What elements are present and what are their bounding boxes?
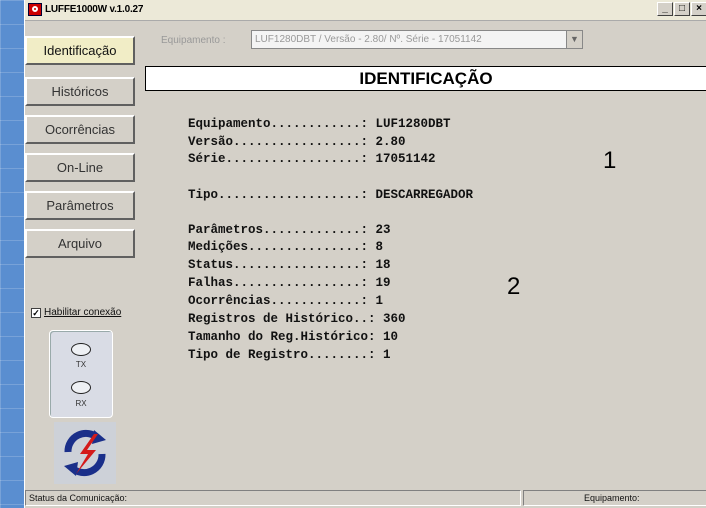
info-value: 19 — [375, 276, 391, 290]
info-row: Registros de Histórico..: 360 — [188, 312, 406, 326]
info-value: LUF1280DBT — [375, 117, 451, 131]
info-label: Tipo...................: — [188, 188, 369, 202]
nav-arquivo-button[interactable]: Arquivo — [25, 229, 135, 258]
chevron-down-icon[interactable]: ▼ — [566, 31, 582, 48]
brand-logo — [54, 422, 116, 484]
tx-led-icon — [71, 343, 91, 356]
info-row: Tipo de Registro........: 1 — [188, 348, 391, 362]
info-row: Série..................: 17051142 — [188, 152, 436, 166]
info-value: 17051142 — [375, 152, 436, 166]
info-row: Versão.................: 2.80 — [188, 135, 406, 149]
info-row: Status.................: 18 — [188, 258, 391, 272]
equipment-label: Equipamento : — [161, 35, 226, 46]
info-label: Status.................: — [188, 258, 369, 272]
info-label: Versão.................: — [188, 135, 369, 149]
info-row: Tamanho do Reg.Histórico: 10 — [188, 330, 398, 344]
info-row: Ocorrências............: 1 — [188, 294, 383, 308]
equipment-select[interactable]: LUF1280DBT / Versão - 2.80/ Nº. Série - … — [251, 30, 583, 49]
info-label: Série..................: — [188, 152, 369, 166]
close-button[interactable]: × — [691, 2, 706, 16]
annotation-1: 1 — [603, 147, 617, 174]
minimize-button[interactable]: _ — [657, 2, 673, 16]
annotation-2: 2 — [507, 273, 521, 300]
nav-online-button[interactable]: On-Line — [25, 153, 135, 182]
info-value: 360 — [383, 312, 406, 326]
info-row: Equipamento............: LUF1280DBT — [188, 117, 451, 131]
rx-label: RX — [75, 399, 87, 408]
info-row: Medições...............: 8 — [188, 240, 383, 254]
equipment-select-value: LUF1280DBT / Versão - 2.80/ Nº. Série - … — [255, 34, 482, 45]
info-value: 18 — [375, 258, 391, 272]
info-label: Registros de Histórico..: — [188, 312, 376, 326]
status-communication: Status da Comunicação: — [25, 490, 521, 506]
app-icon — [28, 3, 42, 16]
info-label: Equipamento............: — [188, 117, 369, 131]
info-label: Medições...............: — [188, 240, 369, 254]
info-value: 2.80 — [375, 135, 406, 149]
rx-led-icon — [71, 381, 91, 394]
nav-parametros-button[interactable]: Parâmetros — [25, 191, 135, 220]
info-row: Falhas.................: 19 — [188, 276, 391, 290]
info-value: 8 — [375, 240, 384, 254]
info-value: 10 — [383, 330, 399, 344]
info-label: Parâmetros.............: — [188, 223, 369, 237]
status-equipment: Equipamento: — [523, 490, 706, 506]
app-window: LUFFE1000W v.1.0.27 _ □ × Identificação … — [24, 0, 706, 508]
info-value: 23 — [375, 223, 391, 237]
nav-historicos-button[interactable]: Históricos — [25, 77, 135, 106]
info-value: 1 — [375, 294, 384, 308]
panel-title: IDENTIFICAÇÃO — [145, 66, 706, 91]
tx-label: TX — [75, 360, 87, 369]
nav-ocorrencias-button[interactable]: Ocorrências — [25, 115, 135, 144]
info-value: DESCARREGADOR — [375, 188, 474, 202]
title-bar: LUFFE1000W v.1.0.27 _ □ × — [25, 0, 706, 21]
info-value: 1 — [383, 348, 391, 362]
checkbox-check-icon[interactable]: ✓ — [31, 307, 41, 318]
info-row: Parâmetros.............: 23 — [188, 223, 391, 237]
info-label: Tamanho do Reg.Histórico: — [188, 330, 376, 344]
info-label: Ocorrências............: — [188, 294, 369, 308]
info-row: Tipo...................: DESCARREGADOR — [188, 188, 473, 202]
maximize-button[interactable]: □ — [674, 2, 690, 16]
enable-connection-checkbox[interactable]: ✓ Habilitar conexão — [31, 307, 121, 318]
info-label: Falhas.................: — [188, 276, 369, 290]
window-title: LUFFE1000W v.1.0.27 — [45, 4, 144, 15]
status-bar: Status da Comunicação: Equipamento: — [25, 490, 706, 508]
enable-connection-label: Habilitar conexão — [44, 307, 122, 318]
tx-rx-indicator-panel: TX RX — [49, 330, 113, 418]
info-label: Tipo de Registro........: — [188, 348, 376, 362]
nav-identificacao-button[interactable]: Identificação — [25, 36, 135, 65]
